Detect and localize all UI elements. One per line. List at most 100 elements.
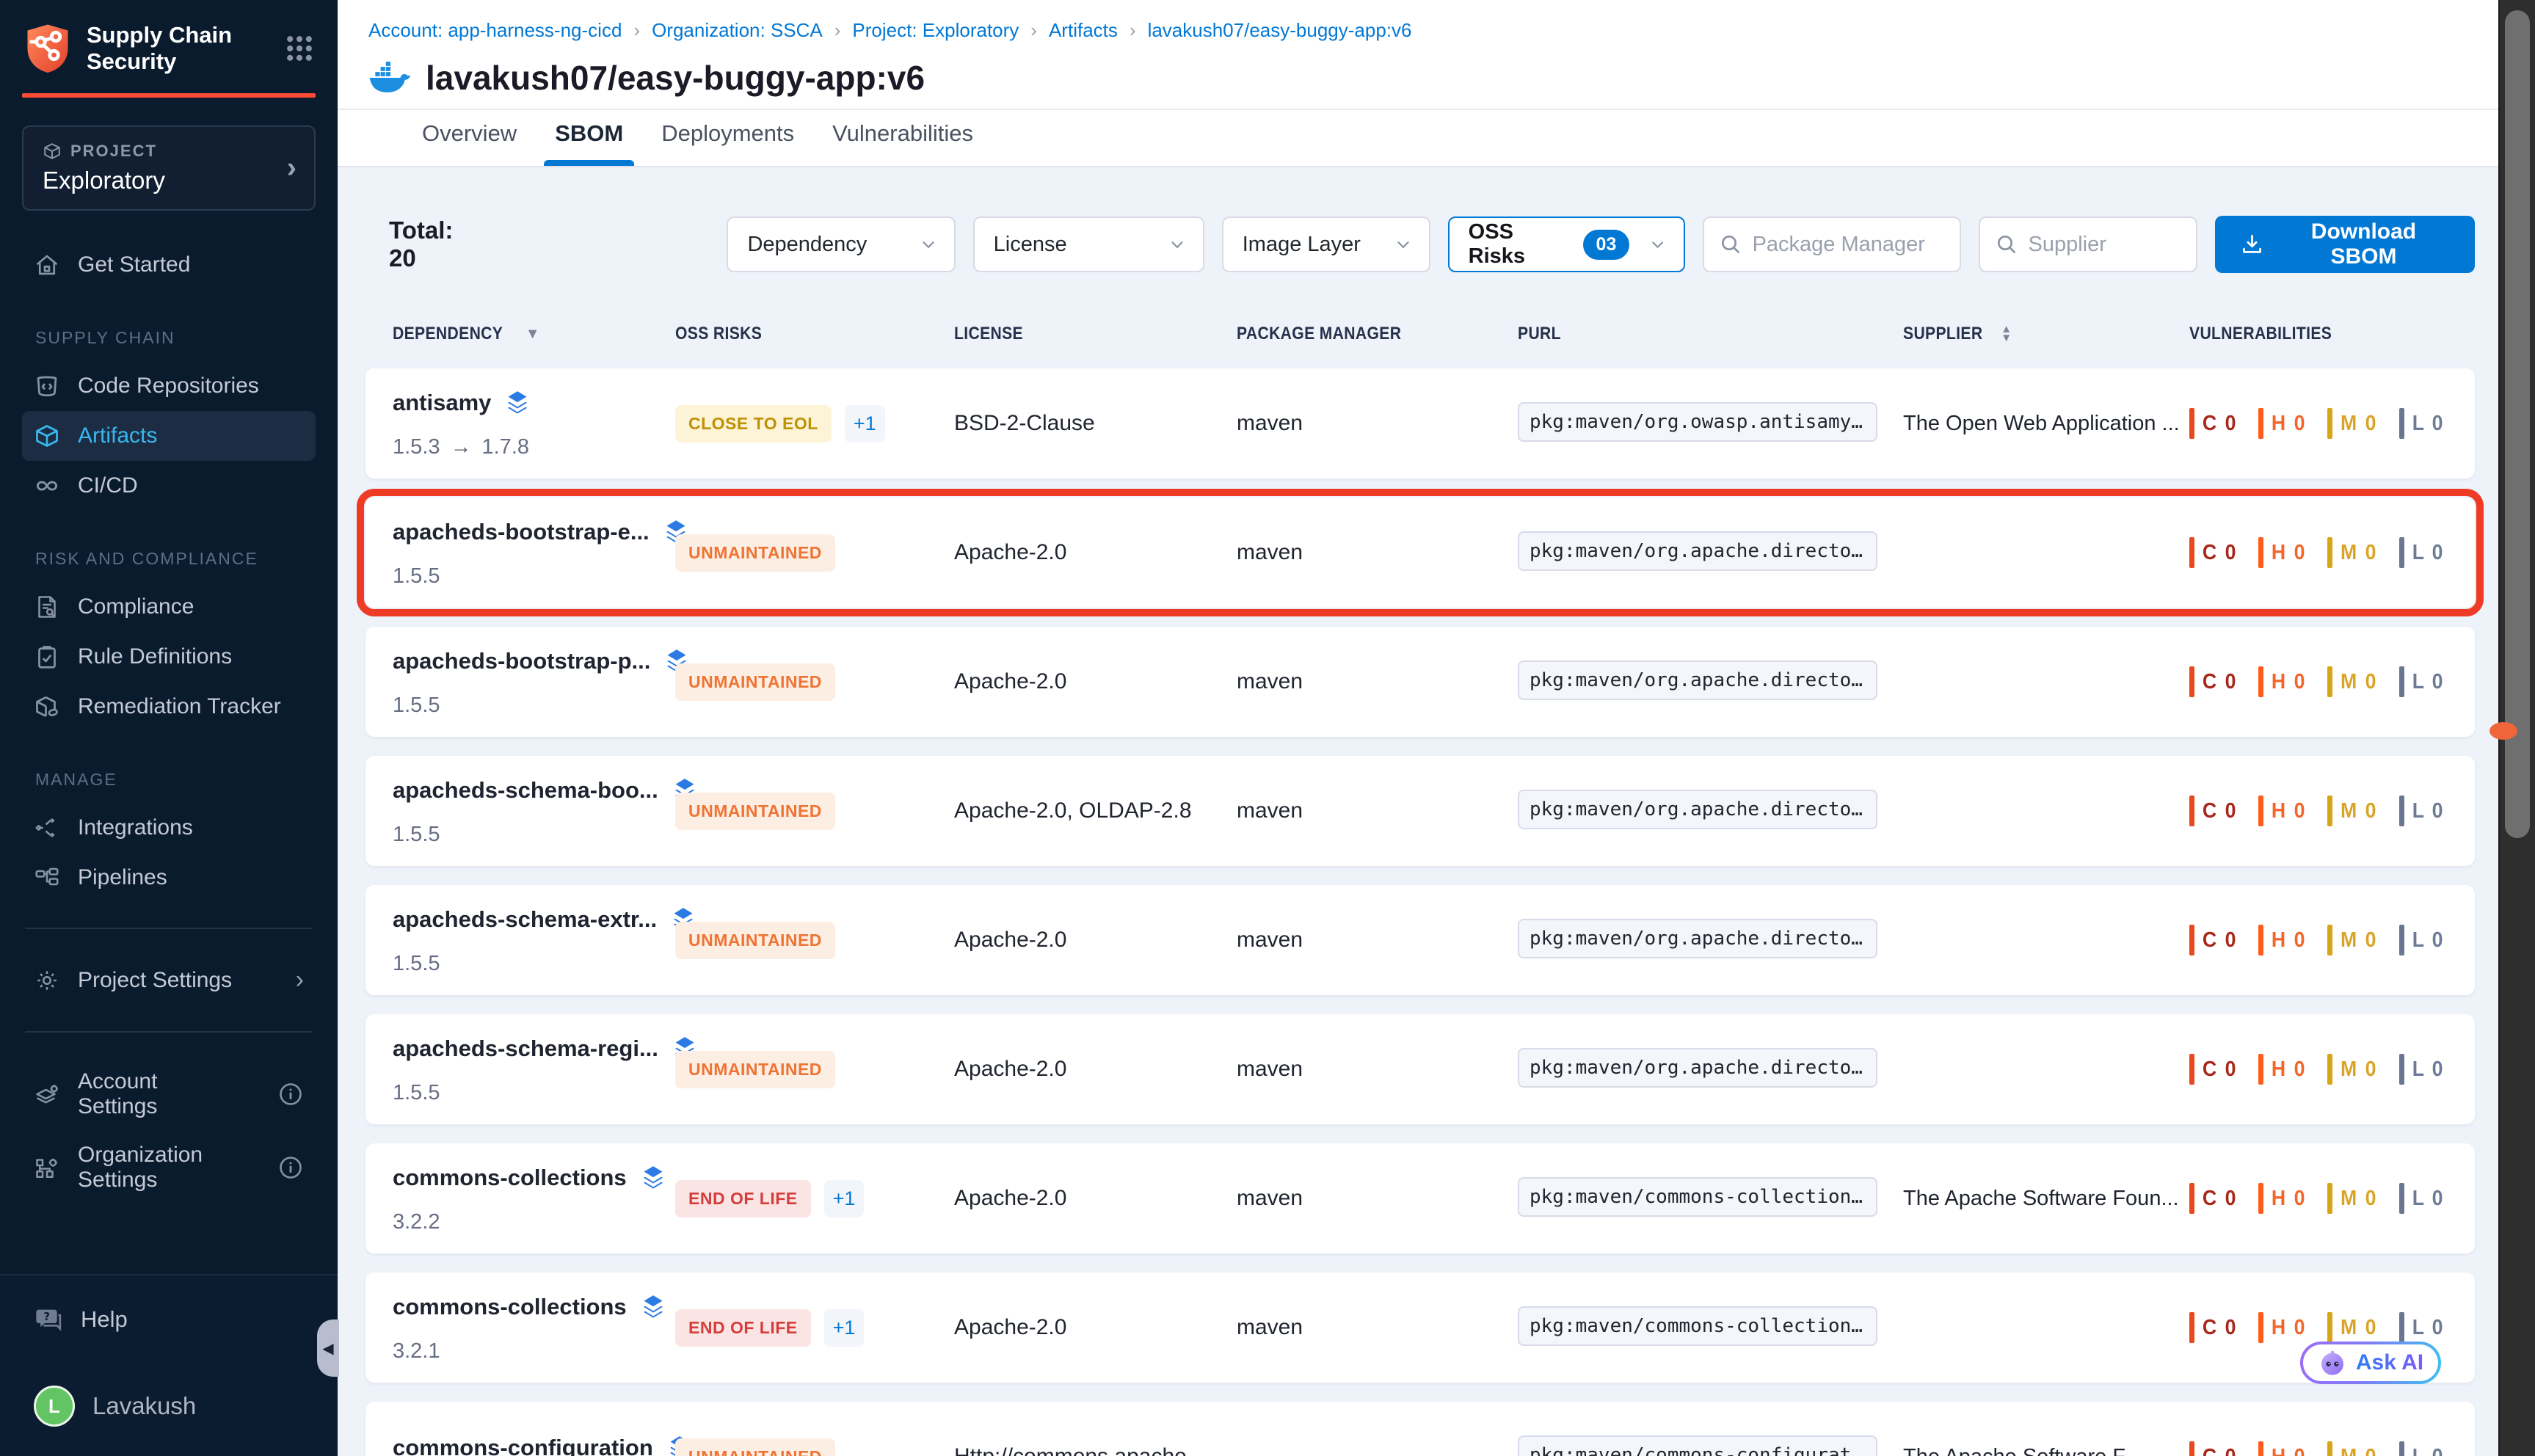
breadcrumb-separator: › — [1030, 19, 1037, 42]
license-filter-dropdown[interactable]: License — [973, 216, 1204, 272]
oss-risks-cell: UNMAINTAINED — [675, 663, 954, 701]
total-count: Total: 20 — [389, 216, 484, 272]
table-row[interactable]: commons-configuration UNMAINTAINED Http:… — [365, 1402, 2475, 1456]
sidebar: Supply Chain Security PROJECT Explorator… — [0, 0, 338, 1456]
sidebar-item-remediation-tracker[interactable]: Remediation Tracker — [22, 682, 316, 732]
info-icon — [277, 1081, 304, 1107]
table-row[interactable]: apacheds-schema-regi... 1.5.5 UNMAINTAIN… — [365, 1014, 2475, 1124]
docker-icon — [368, 61, 411, 95]
dependency-filter-dropdown[interactable]: Dependency — [727, 216, 955, 272]
download-sbom-button[interactable]: Download SBOM — [2215, 216, 2475, 273]
oss-risks-count-badge: 03 — [1583, 230, 1630, 260]
sidebar-item-integrations[interactable]: Integrations — [22, 803, 316, 853]
module-grid-icon[interactable] — [283, 32, 316, 65]
vuln-count-c: C0 — [2189, 1183, 2236, 1214]
purl-pill[interactable]: pkg:maven/commons-collections/co... — [1518, 1306, 1877, 1346]
breadcrumb-link[interactable]: Organization: SSCA — [652, 19, 823, 42]
ai-robot-icon — [2318, 1348, 2347, 1377]
purl-pill[interactable]: pkg:maven/org.apache.directory.s... — [1518, 919, 1877, 958]
code-repo-icon — [34, 373, 60, 399]
image-layer-filter-dropdown[interactable]: Image Layer — [1222, 216, 1430, 272]
vulnerabilities-cell: C0H0M0L0 — [2189, 1054, 2475, 1085]
sidebar-item-account-settings[interactable]: Account Settings — [22, 1058, 316, 1131]
dependency-cell: commons-collections 3.2.1 — [393, 1292, 675, 1364]
package-manager-cell: maven — [1237, 1057, 1518, 1082]
sidebar-collapse-handle[interactable]: ◀ — [317, 1320, 339, 1377]
sidebar-item-label: Remediation Tracker — [78, 694, 281, 719]
column-package-manager: PACKAGE MANAGER — [1237, 324, 1518, 344]
sidebar-item-artifacts[interactable]: Artifacts — [22, 411, 316, 461]
ask-ai-button[interactable]: Ask AI — [2300, 1342, 2441, 1384]
tab-vulnerabilities[interactable]: Vulnerabilities — [832, 120, 973, 166]
purl-pill[interactable]: pkg:maven/commons-configuration/c... — [1518, 1435, 1877, 1456]
table-row[interactable]: commons-collections 3.2.1 END OF LIFE+1 … — [365, 1273, 2475, 1383]
table-row[interactable]: apacheds-bootstrap-e... 1.5.5 UNMAINTAIN… — [365, 498, 2475, 608]
purl-pill[interactable]: pkg:maven/org.owasp.antisamy/ant... — [1518, 402, 1877, 442]
sidebar-item-code-repositories[interactable]: Code Repositories — [22, 361, 316, 411]
risk-badge: UNMAINTAINED — [675, 922, 835, 959]
breadcrumb-link[interactable]: Artifacts — [1049, 19, 1118, 42]
user-menu[interactable]: L Lavakush — [34, 1386, 304, 1427]
sidebar-item-label: CI/CD — [78, 473, 138, 498]
package-manager-cell: maven — [1237, 1315, 1518, 1340]
purl-pill[interactable]: pkg:maven/org.apache.directory.s... — [1518, 790, 1877, 829]
supplier-search-input[interactable] — [2029, 233, 2181, 257]
vuln-count-c: C0 — [2189, 1312, 2236, 1343]
breadcrumb-link[interactable]: Project: Exploratory — [852, 19, 1019, 42]
sidebar-item-get-started[interactable]: Get Started — [22, 240, 316, 290]
breadcrumb-link[interactable]: lavakush07/easy-buggy-app:v6 — [1148, 19, 1412, 42]
dependency-name: apacheds-bootstrap-p... — [393, 648, 650, 674]
scrollbar-thumb[interactable] — [2505, 10, 2530, 838]
package-manager-search-input[interactable] — [1753, 233, 1945, 257]
sidebar-item-organization-settings[interactable]: Organization Settings — [22, 1131, 316, 1204]
help-chat-icon — [34, 1305, 63, 1334]
column-dependency[interactable]: DEPENDENCY▼ — [393, 324, 675, 344]
purl-pill[interactable]: pkg:maven/commons-collections/co... — [1518, 1177, 1877, 1217]
chevron-down-icon — [1168, 235, 1187, 254]
license-cell: BSD-2-Clause — [954, 411, 1237, 436]
tab-sbom[interactable]: SBOM — [555, 120, 623, 166]
oss-risks-cell: UNMAINTAINED — [675, 793, 954, 830]
table-row[interactable]: commons-collections 3.2.2 END OF LIFE+1 … — [365, 1143, 2475, 1253]
more-risks-link[interactable]: +1 — [824, 1180, 865, 1217]
sidebar-item-project-settings[interactable]: Project Settings› — [22, 954, 316, 1006]
table-row[interactable]: apacheds-schema-boo... 1.5.5 UNMAINTAINE… — [365, 756, 2475, 866]
tab-overview[interactable]: Overview — [422, 120, 517, 166]
license-cell: Http://commons.apache.or... — [954, 1444, 1237, 1456]
vuln-count-c: C0 — [2189, 925, 2236, 956]
chevron-down-icon — [1648, 235, 1667, 254]
tab-deployments[interactable]: Deployments — [661, 120, 794, 166]
dependency-name: antisamy — [393, 390, 491, 416]
table-row[interactable]: apacheds-schema-extr... 1.5.5 UNMAINTAIN… — [365, 885, 2475, 995]
project-selector[interactable]: PROJECT Exploratory › — [22, 125, 316, 211]
risk-badge: END OF LIFE — [675, 1180, 811, 1217]
vulnerabilities-cell: C0H0M0L0 — [2189, 1312, 2475, 1343]
dependency-name: commons-configuration — [393, 1435, 653, 1456]
box-tag-icon — [34, 694, 60, 720]
user-name: Lavakush — [92, 1392, 196, 1420]
sidebar-item-ci-cd[interactable]: CI/CD — [22, 461, 316, 511]
more-risks-link[interactable]: +1 — [824, 1309, 865, 1347]
sidebar-item-rule-definitions[interactable]: Rule Definitions — [22, 632, 316, 682]
cube-icon — [34, 423, 60, 449]
help-button[interactable]: Help — [34, 1305, 304, 1334]
share-icon — [34, 815, 60, 841]
breadcrumb-link[interactable]: Account: app-harness-ng-cicd — [368, 19, 622, 42]
purl-pill[interactable]: pkg:maven/org.apache.directory.s... — [1518, 660, 1877, 700]
table-row[interactable]: antisamy 1.5.3→1.7.8 CLOSE TO EOL+1 BSD-… — [365, 368, 2475, 478]
more-risks-link[interactable]: +1 — [845, 405, 885, 443]
table-row[interactable]: apacheds-bootstrap-p... 1.5.5 UNMAINTAIN… — [365, 627, 2475, 737]
package-manager-cell: maven — [1237, 1186, 1518, 1211]
module-title: Supply Chain Security — [87, 22, 267, 74]
layers-icon — [639, 1292, 668, 1322]
tab-bar: Overview SBOM Deployments Vulnerabilities — [338, 110, 2535, 167]
sidebar-item-pipelines[interactable]: Pipelines — [22, 853, 316, 903]
purl-cell: pkg:maven/org.apache.directory.s... — [1518, 660, 1903, 704]
column-supplier[interactable]: SUPPLIER▲▼ — [1903, 324, 2189, 344]
purl-pill[interactable]: pkg:maven/org.apache.directory.s... — [1518, 531, 1877, 571]
sidebar-item-compliance[interactable]: Compliance — [22, 582, 316, 632]
supplier-cell: The Open Web Application ... — [1903, 412, 2189, 436]
purl-pill[interactable]: pkg:maven/org.apache.directory.s... — [1518, 1048, 1877, 1088]
oss-risks-filter-dropdown[interactable]: OSS Risks 03 — [1448, 216, 1685, 272]
doc-search-icon — [34, 594, 60, 620]
